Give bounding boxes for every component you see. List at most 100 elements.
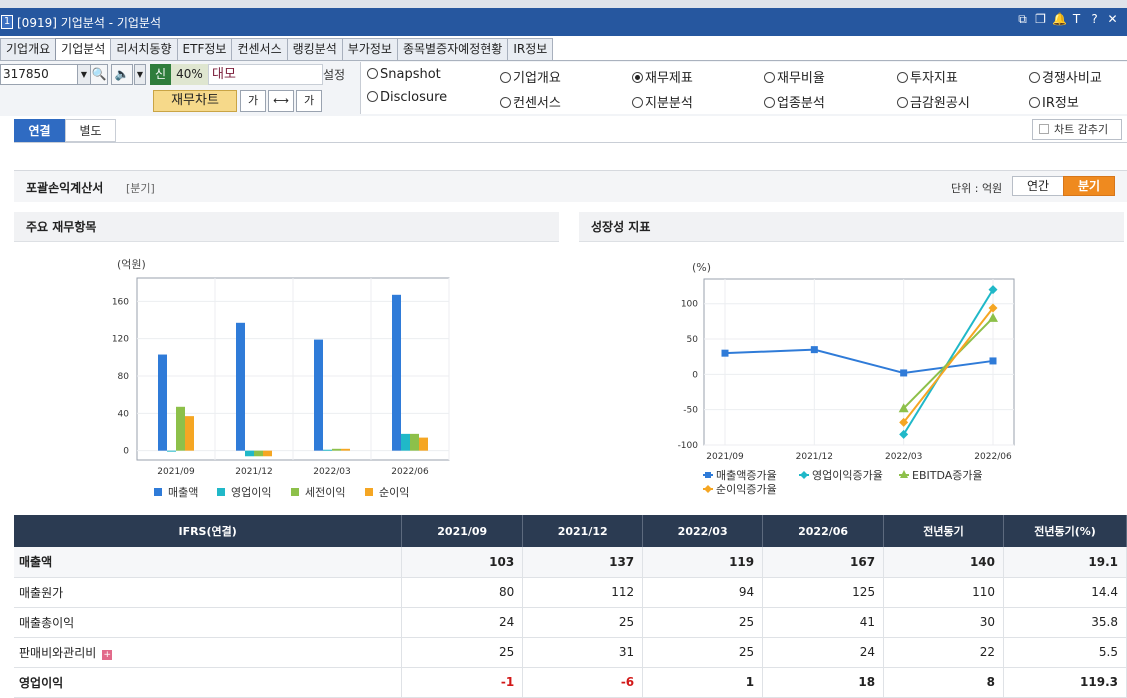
table-cell: 18 xyxy=(762,667,885,698)
x-tick-label: 2021/12 xyxy=(796,452,833,462)
bar-세전이익 xyxy=(410,433,419,451)
bar-매출액 xyxy=(236,322,245,451)
help-icon[interactable]: ? xyxy=(1088,12,1101,27)
radio-investment-index[interactable]: 투자지표 xyxy=(897,67,958,86)
financial-chart-button[interactable]: 재무차트 xyxy=(153,90,237,112)
bar-영업이익 xyxy=(323,449,332,451)
table-cell: 25 xyxy=(642,607,764,638)
radio-dot xyxy=(1029,97,1040,108)
radio-label: 투자지표 xyxy=(910,71,958,86)
x-tick-label: 2021/09 xyxy=(157,467,195,477)
tab-separate[interactable]: 별도 xyxy=(65,119,116,142)
setting-button[interactable]: 설정 xyxy=(323,66,345,83)
col-header: IFRS(연결) xyxy=(14,515,403,547)
legend-marker xyxy=(705,472,711,478)
tab-consolidated[interactable]: 연결 xyxy=(14,119,65,142)
y-tick-label: 0 xyxy=(692,370,698,380)
table-cell: 25 xyxy=(401,637,524,668)
fit-width-icon[interactable]: ⟷ xyxy=(268,90,294,112)
table-cell: 41 xyxy=(762,607,885,638)
table-cell: 80 xyxy=(401,577,524,608)
table-header-row: IFRS(연결) 2021/09 2021/12 2022/03 2022/06… xyxy=(14,515,1127,547)
table-cell: 94 xyxy=(642,577,764,608)
y-tick-label: 120 xyxy=(112,335,129,345)
radio-snapshot[interactable]: Snapshot xyxy=(367,67,441,82)
statement-section-header: 포괄손익계산서 [분기] 단위 : 억원 연간 분기 xyxy=(14,170,1127,202)
tab-capital-increase[interactable]: 종목별증자예정현황 xyxy=(396,38,509,60)
radio-ir-info[interactable]: IR정보 xyxy=(1029,92,1079,111)
row-label-text: 매출총이익 xyxy=(19,615,75,630)
radio-equity-analysis[interactable]: 지분분석 xyxy=(632,92,693,111)
radio-industry-analysis[interactable]: 업종분석 xyxy=(764,92,825,111)
alarm-icon[interactable]: 🔔 xyxy=(1052,12,1067,27)
tab-research[interactable]: 리서치동향 xyxy=(110,38,178,60)
tab-etf[interactable]: ETF정보 xyxy=(176,38,233,60)
row-label: 매출액 xyxy=(14,547,403,578)
panel-title-growth: 성장성 지표 xyxy=(579,212,1124,242)
bar-매출액 xyxy=(314,339,323,451)
stock-code-input[interactable]: 317850 xyxy=(0,64,78,85)
radio-dot xyxy=(367,91,378,102)
radio-disclosure[interactable]: Disclosure xyxy=(367,90,447,105)
radio-company-overview[interactable]: 기업개요 xyxy=(500,67,561,86)
table-cell: 19.1 xyxy=(1003,547,1127,578)
radio-financial-ratio[interactable]: 재무비율 xyxy=(764,67,825,86)
radio-financial-statements[interactable]: 재무제표 xyxy=(632,67,693,86)
table-row[interactable]: 판매비와관리비 +25 31 25 24 22 5.5 xyxy=(14,637,1127,668)
font-down-button[interactable]: 가 xyxy=(296,90,322,112)
tab-additional[interactable]: 부가정보 xyxy=(341,38,398,60)
radio-label: Disclosure xyxy=(380,90,448,105)
row-label-text: 영업이익 xyxy=(19,675,64,690)
growth-line-chart: (%) -100 -50 0 50 100 2021/09 2021/12 2022/03 202… xyxy=(678,261,1015,496)
radio-dot xyxy=(632,72,643,83)
radio-fss-disclosure[interactable]: 금감원공시 xyxy=(897,92,970,111)
link-window-icon[interactable]: ⧉ xyxy=(1016,12,1029,27)
radio-dot xyxy=(500,72,511,83)
col-header: 2021/12 xyxy=(522,515,644,547)
quarter-toggle[interactable]: 분기 xyxy=(1063,176,1115,196)
table-cell: 137 xyxy=(522,547,644,578)
table-row[interactable]: 매출원가 80 112 94 125 110 14.4 xyxy=(14,577,1127,608)
tab-ranking[interactable]: 랭킹분석 xyxy=(286,38,343,60)
search-icon[interactable]: 🔍 xyxy=(90,64,108,85)
legend-label: 순이익증가율 xyxy=(716,483,777,496)
point-매출액증가율 xyxy=(989,357,997,365)
table-row[interactable]: 매출액 103 137 119 167 140 19.1 xyxy=(14,547,1127,578)
table-row[interactable]: 영업이익 -1 -6 1 18 8 119.3 xyxy=(14,667,1127,698)
legend-marker xyxy=(704,485,712,493)
legend-label: 영업이익 xyxy=(231,486,271,499)
annual-toggle[interactable]: 연간 xyxy=(1012,176,1064,196)
bar-순이익 xyxy=(185,416,194,451)
font-up-button[interactable]: 가 xyxy=(240,90,266,112)
speaker-icon[interactable]: 🔈 xyxy=(111,64,133,85)
radio-competitor[interactable]: 경쟁사비교 xyxy=(1029,67,1102,86)
bar-영업이익 xyxy=(245,450,254,457)
code-dropdown-icon[interactable]: ▼ xyxy=(77,64,91,85)
section-title: 포괄손익계산서 xyxy=(26,181,104,195)
y-tick-label: 160 xyxy=(112,297,129,307)
close-icon[interactable]: ✕ xyxy=(1106,12,1119,27)
table-row[interactable]: 매출총이익 24 25 25 41 30 35.8 xyxy=(14,607,1127,638)
radio-dot xyxy=(897,97,908,108)
tab-ir[interactable]: IR정보 xyxy=(507,38,554,60)
bar-순이익 xyxy=(263,450,272,457)
tab-company-analysis[interactable]: 기업분석 xyxy=(55,38,112,61)
font-icon[interactable]: T xyxy=(1070,12,1083,27)
radio-label: 업종분석 xyxy=(777,96,825,111)
hide-chart-button[interactable]: 차트 감추기 xyxy=(1032,119,1122,140)
radio-dot xyxy=(764,97,775,108)
y-tick-label: -100 xyxy=(678,441,699,451)
speaker-dropdown-icon[interactable]: ▼ xyxy=(134,64,146,85)
radio-consensus[interactable]: 컨센서스 xyxy=(500,92,561,111)
table-cell: 110 xyxy=(883,577,1005,608)
y-tick-label: -50 xyxy=(683,406,698,416)
legend-swatch xyxy=(154,488,162,496)
copy-window-icon[interactable]: ❐ xyxy=(1034,12,1047,27)
margin-rate: 40% xyxy=(171,64,208,85)
tab-consensus[interactable]: 컨센서스 xyxy=(231,38,288,60)
tab-company-overview[interactable]: 기업개요 xyxy=(0,38,57,60)
toolbar: 317850 ▼ 🔍 🔈 ▼ 신 40% 대모 설정 재무차트 가 ⟷ 가 Sn… xyxy=(0,60,1127,116)
legend-swatch xyxy=(217,488,225,496)
radio-dot xyxy=(632,97,643,108)
expand-icon[interactable]: + xyxy=(102,649,113,660)
